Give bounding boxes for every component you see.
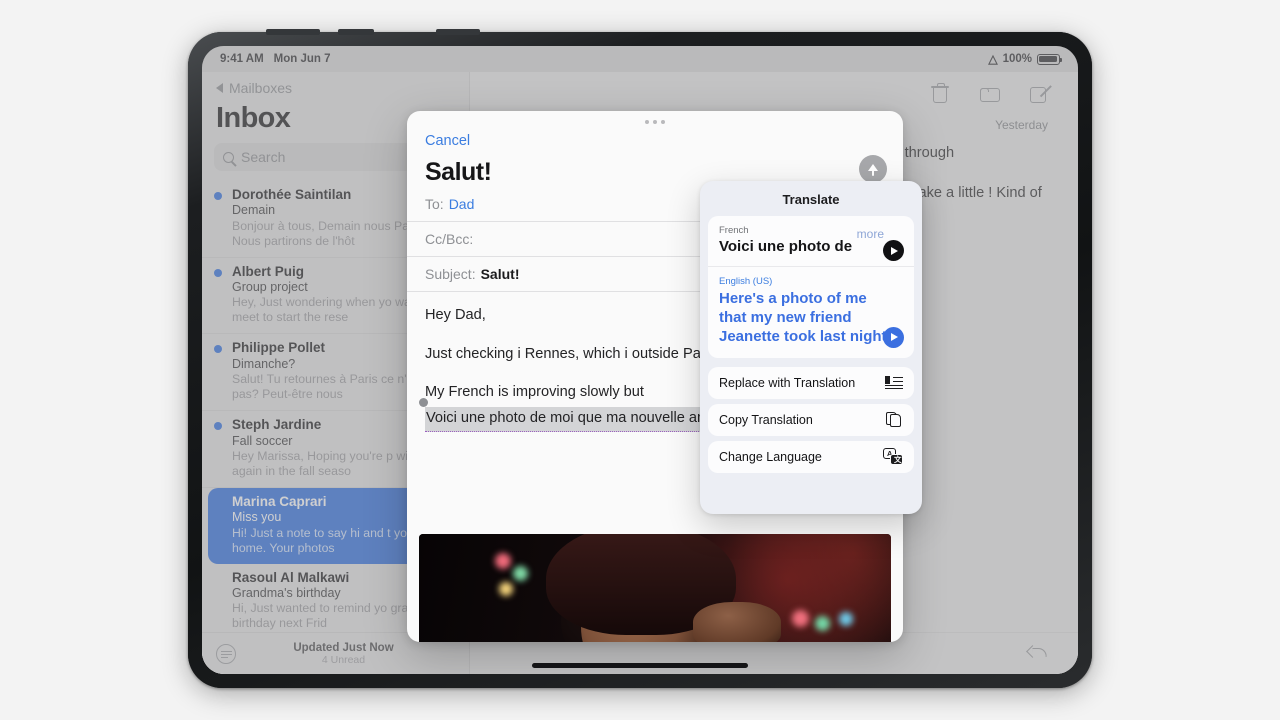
replace-text-icon xyxy=(885,375,903,390)
back-to-mailboxes-button[interactable]: Mailboxes xyxy=(202,72,469,98)
ipad-device-frame: 9:41 AM Mon Jun 7 △ 100% Mailboxes Inbox… xyxy=(188,29,1092,688)
status-bar: 9:41 AM Mon Jun 7 △ 100% xyxy=(202,46,1078,72)
translate-popover: Translate French Voici une photo de more… xyxy=(700,181,922,514)
compose-icon[interactable] xyxy=(1030,83,1052,105)
status-date: Mon Jun 7 xyxy=(273,53,331,65)
back-label: Mailboxes xyxy=(229,80,293,96)
selection-handle-start[interactable] xyxy=(419,397,428,407)
device-top-button-3 xyxy=(436,29,480,35)
status-bar-left: 9:41 AM Mon Jun 7 xyxy=(220,53,331,65)
translate-title: Translate xyxy=(782,192,840,207)
target-text: Here's a photo of me that my new friend … xyxy=(719,290,891,346)
translate-card: French Voici une photo de more English (… xyxy=(708,216,914,358)
status-time: 9:41 AM xyxy=(220,53,264,65)
copy-label: Copy Translation xyxy=(719,412,813,427)
play-icon[interactable] xyxy=(883,240,904,261)
search-icon xyxy=(223,151,234,163)
device-top-button-1 xyxy=(266,29,320,35)
ipad-screen: 9:41 AM Mon Jun 7 △ 100% Mailboxes Inbox… xyxy=(202,46,1078,674)
message-date: Yesterday xyxy=(995,118,1048,132)
person-hand xyxy=(692,602,781,642)
change-language-icon: A文 xyxy=(883,448,903,466)
bokeh-light xyxy=(839,611,854,626)
bokeh-light xyxy=(499,581,514,596)
copy-translation-button[interactable]: Copy Translation xyxy=(708,403,914,436)
battery-icon xyxy=(1037,53,1063,65)
unread-dot xyxy=(214,345,222,354)
battery-percent: 100% xyxy=(1002,53,1032,65)
cancel-button[interactable]: Cancel xyxy=(425,133,885,149)
status-bar-right: △ 100% xyxy=(988,52,1063,66)
unread-dot xyxy=(214,422,222,431)
chevron-left-icon xyxy=(216,83,223,93)
translate-target-section[interactable]: English (US) Here's a photo of me that m… xyxy=(708,266,914,358)
unread-count: 4 Unread xyxy=(321,653,366,666)
compose-header: Cancel Salut! xyxy=(407,133,903,187)
translate-actions: Replace with Translation Copy Translatio… xyxy=(708,366,914,473)
subject-value: Salut! xyxy=(480,266,520,282)
to-label: To: xyxy=(425,196,444,212)
change-language-label: Change Language xyxy=(719,449,822,464)
more-link[interactable]: more xyxy=(842,227,884,241)
subject-label: Subject: xyxy=(425,266,476,282)
wifi-icon: △ xyxy=(988,52,998,66)
sheet-grabber-handle[interactable] xyxy=(407,111,903,133)
target-language-label: English (US) xyxy=(719,276,773,287)
bokeh-light xyxy=(791,609,809,627)
send-button[interactable] xyxy=(859,155,887,183)
reading-pane-toolbar xyxy=(470,72,1078,116)
replace-with-translation-button[interactable]: Replace with Translation xyxy=(708,366,914,399)
translate-source-section[interactable]: French Voici une photo de more xyxy=(708,216,914,266)
to-value: Dad xyxy=(448,196,475,212)
folder-icon[interactable] xyxy=(980,83,1000,105)
reply-icon[interactable] xyxy=(1026,644,1050,663)
mailbox-status: Updated Just Now 4 Unread xyxy=(218,642,469,666)
unread-dot xyxy=(214,192,222,200)
copy-icon xyxy=(886,411,903,428)
unread-dot xyxy=(214,268,222,277)
bokeh-light xyxy=(494,553,511,570)
device-top-button-2 xyxy=(338,29,374,35)
play-icon[interactable] xyxy=(883,326,904,348)
trash-icon[interactable] xyxy=(930,83,950,105)
search-placeholder: Search xyxy=(241,149,286,165)
home-indicator[interactable] xyxy=(532,663,748,668)
filter-icon[interactable] xyxy=(216,643,236,664)
attached-photo[interactable] xyxy=(419,534,891,642)
screenshot-stage: 9:41 AM Mon Jun 7 △ 100% Mailboxes Inbox… xyxy=(0,0,1280,720)
change-language-button[interactable]: Change Language A文 xyxy=(708,440,914,473)
replace-label: Replace with Translation xyxy=(719,375,856,390)
updated-status: Updated Just Now xyxy=(293,641,394,654)
ccbcc-label: Cc/Bcc: xyxy=(425,231,474,247)
